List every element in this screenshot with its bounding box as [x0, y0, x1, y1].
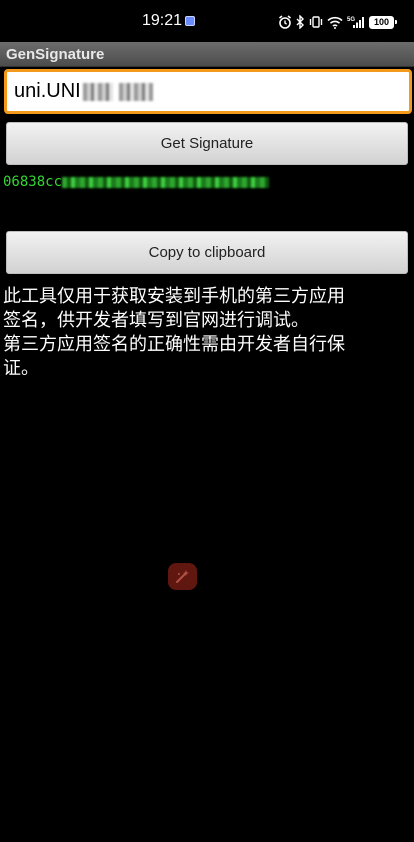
status-icons: 5G 100 — [278, 13, 397, 31]
floating-edit-button[interactable] — [168, 563, 197, 590]
title-bar: GenSignature — [0, 42, 414, 67]
info-text: 此工具仅用于获取安装到手机的第三方应用 签名，供开发者填写到官网进行调试。 第三… — [3, 285, 413, 381]
battery-icon: 100 — [369, 15, 397, 29]
app-title: GenSignature — [6, 46, 105, 63]
redacted-signature — [62, 176, 270, 188]
app-notification-icon — [185, 16, 195, 26]
info-line: 第三方应用签名的正确性需由开发者自行保 — [3, 334, 345, 355]
magic-wand-icon — [176, 570, 189, 583]
bluetooth-icon — [296, 15, 304, 29]
vibrate-icon — [309, 16, 323, 28]
package-name-input[interactable]: uni.UNI — [4, 69, 412, 114]
signature-output[interactable]: 06838cc — [3, 174, 270, 190]
redacted-text — [82, 82, 113, 101]
svg-text:5G: 5G — [347, 17, 355, 23]
info-line: 签名，供开发者填写到官网进行调试。 — [3, 310, 309, 331]
redacted-text — [118, 82, 153, 101]
get-signature-button[interactable]: Get Signature — [6, 122, 408, 165]
copy-to-clipboard-button[interactable]: Copy to clipboard — [6, 231, 408, 274]
wifi-icon — [327, 16, 343, 29]
alarm-icon — [279, 15, 291, 29]
signature-prefix: 06838cc — [3, 174, 63, 190]
package-name-value: uni.UNI — [14, 80, 81, 102]
info-line: 此工具仅用于获取安装到手机的第三方应用 — [3, 286, 345, 307]
info-line: 证。 — [3, 358, 39, 379]
status-bar: 19:21 5G 100 — [0, 0, 414, 42]
status-time: 19:21 — [142, 12, 183, 29]
cellular-5g-icon: 5G — [347, 17, 364, 28]
